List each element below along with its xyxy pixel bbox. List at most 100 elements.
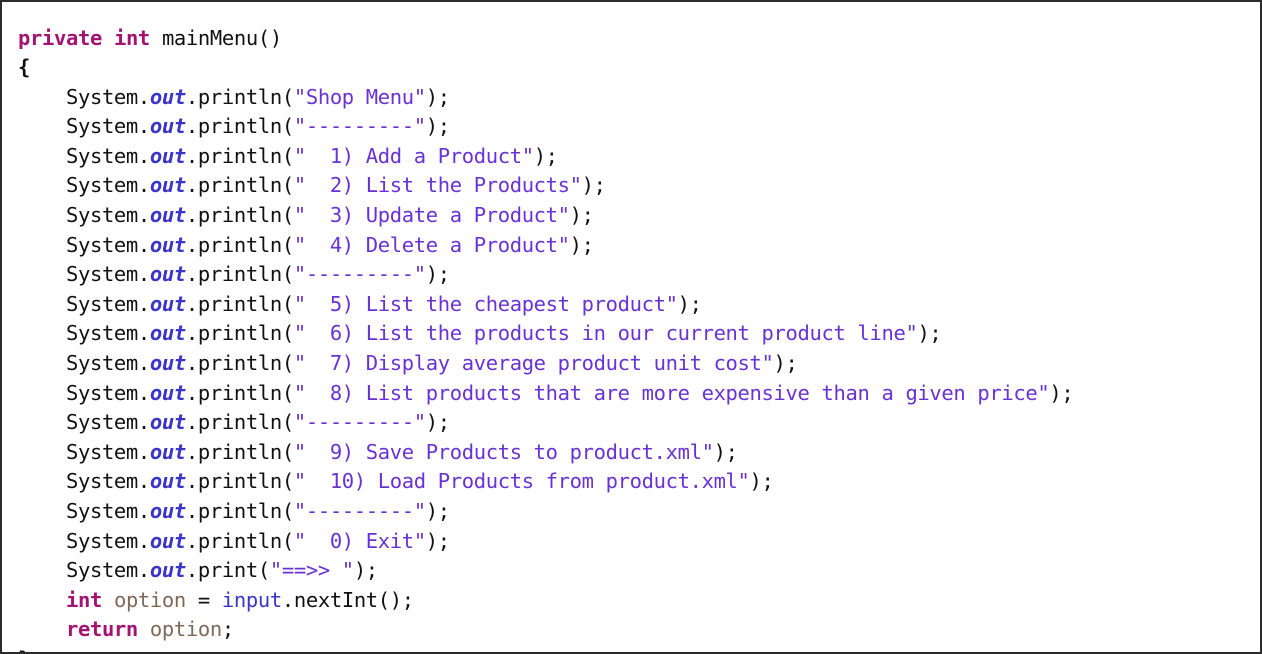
code-line: return option; [18, 615, 1073, 645]
code-token-plain: println( [197, 291, 294, 316]
code-token-plain: println( [197, 114, 294, 139]
code-token-punct: ); [425, 499, 450, 523]
code-token-punct: . [137, 203, 150, 228]
code-token-field: out [149, 84, 186, 109]
code-token-plain: System [65, 469, 138, 494]
code-token-punct: ); [425, 410, 450, 435]
code-token-field: out [149, 351, 186, 376]
code-token-plain: println( [197, 499, 294, 523]
code-token-var: input [221, 587, 282, 612]
code-token-string: " 2) List the Products" [293, 173, 582, 198]
code-token-string: " 5) List the cheapest product" [293, 291, 678, 316]
code-token-punct: . [185, 528, 198, 553]
code-token-punct: . [185, 380, 198, 405]
code-token-punct: . [185, 232, 198, 257]
code-token-punct: ); [425, 114, 450, 139]
code-token-plain: System [65, 114, 138, 139]
code-line: System.out.println(" 3) Update a Product… [18, 201, 1073, 231]
code-token-punct: . [137, 321, 150, 346]
code-line: int option = input.nextInt(); [18, 586, 1073, 616]
code-token-string: " 1) Add a Product" [293, 143, 534, 168]
code-token-plain: System [65, 321, 138, 346]
code-token-punct: . [185, 262, 198, 287]
code-token-ident: mainMenu() [161, 25, 282, 50]
code-line: { [18, 53, 1073, 83]
code-token-field: out [149, 410, 186, 435]
code-token-plain: System [65, 262, 138, 287]
java-source-code: private int mainMenu(){ System.out.print… [18, 24, 1074, 653]
code-token-field: out [149, 499, 186, 523]
code-line: System.out.println(" 1) Add a Product"); [18, 142, 1073, 172]
code-token-plain: print( [197, 558, 270, 583]
code-token-string: " 6) List the products in our current pr… [293, 321, 918, 346]
code-token-plain: println( [197, 143, 294, 168]
code-token-field: out [149, 558, 186, 583]
code-token-punct: ); [581, 173, 606, 198]
code-token-keyword: private [18, 25, 102, 50]
code-token-plain: println( [197, 262, 294, 287]
code-line: System.out.println("---------"); [18, 112, 1073, 142]
code-token-plain: System [65, 203, 138, 228]
code-token-field: out [149, 203, 186, 228]
code-token-plain: println( [197, 528, 294, 553]
code-token-field: out [149, 143, 186, 168]
code-line: System.out.println(" 2) List the Product… [18, 171, 1073, 201]
code-token-string: " 0) Exit" [293, 528, 426, 553]
code-token-plain: System [65, 291, 138, 316]
code-token-punct: . [137, 262, 150, 287]
code-token-punct: ); [1049, 380, 1074, 405]
code-token-plain: System [65, 528, 138, 553]
code-screenshot-frame: private int mainMenu(){ System.out.print… [0, 0, 1262, 654]
code-token-string: "---------" [293, 410, 426, 435]
code-token-field: out [149, 262, 186, 287]
code-token-keyword: int [65, 587, 102, 612]
code-token-local: option [149, 617, 222, 642]
code-token-brace: } [18, 647, 30, 652]
code-token-field: out [149, 232, 186, 257]
code-token-field: out [149, 469, 186, 494]
code-token-plain: println( [197, 321, 294, 346]
code-token-plain: println( [197, 203, 294, 228]
code-token-keyword: int [113, 25, 150, 50]
code-token-string: "==>> " [269, 558, 354, 583]
code-line: System.out.print("==>> "); [18, 556, 1073, 586]
code-token-plain: println( [197, 439, 294, 464]
code-token-plain: System [65, 439, 138, 464]
code-token-punct: ); [749, 469, 774, 494]
code-token-punct: = [185, 587, 222, 612]
code-token-punct: ); [425, 84, 450, 109]
code-token-punct: . [137, 291, 150, 316]
code-token-local: option [113, 587, 186, 612]
code-token-string: " 3) Update a Product" [293, 203, 570, 228]
code-token-string: " 10) Load Products from product.xml" [293, 469, 750, 494]
code-token-plain: System [65, 84, 138, 109]
code-token-punct: . [137, 439, 150, 464]
code-token-punct: . [137, 380, 150, 405]
code-token-string: " 9) Save Products to product.xml" [293, 439, 714, 464]
code-token-punct: . [137, 173, 150, 198]
code-token-punct: ); [917, 321, 942, 346]
code-line: System.out.println(" 4) Delete a Product… [18, 231, 1073, 261]
code-line: System.out.println(" 7) Display average … [18, 349, 1073, 379]
code-token-plain: println( [197, 469, 294, 494]
code-token-punct: . [137, 114, 150, 139]
code-token-punct: . [185, 203, 198, 228]
code-token-punct: . [185, 143, 198, 168]
